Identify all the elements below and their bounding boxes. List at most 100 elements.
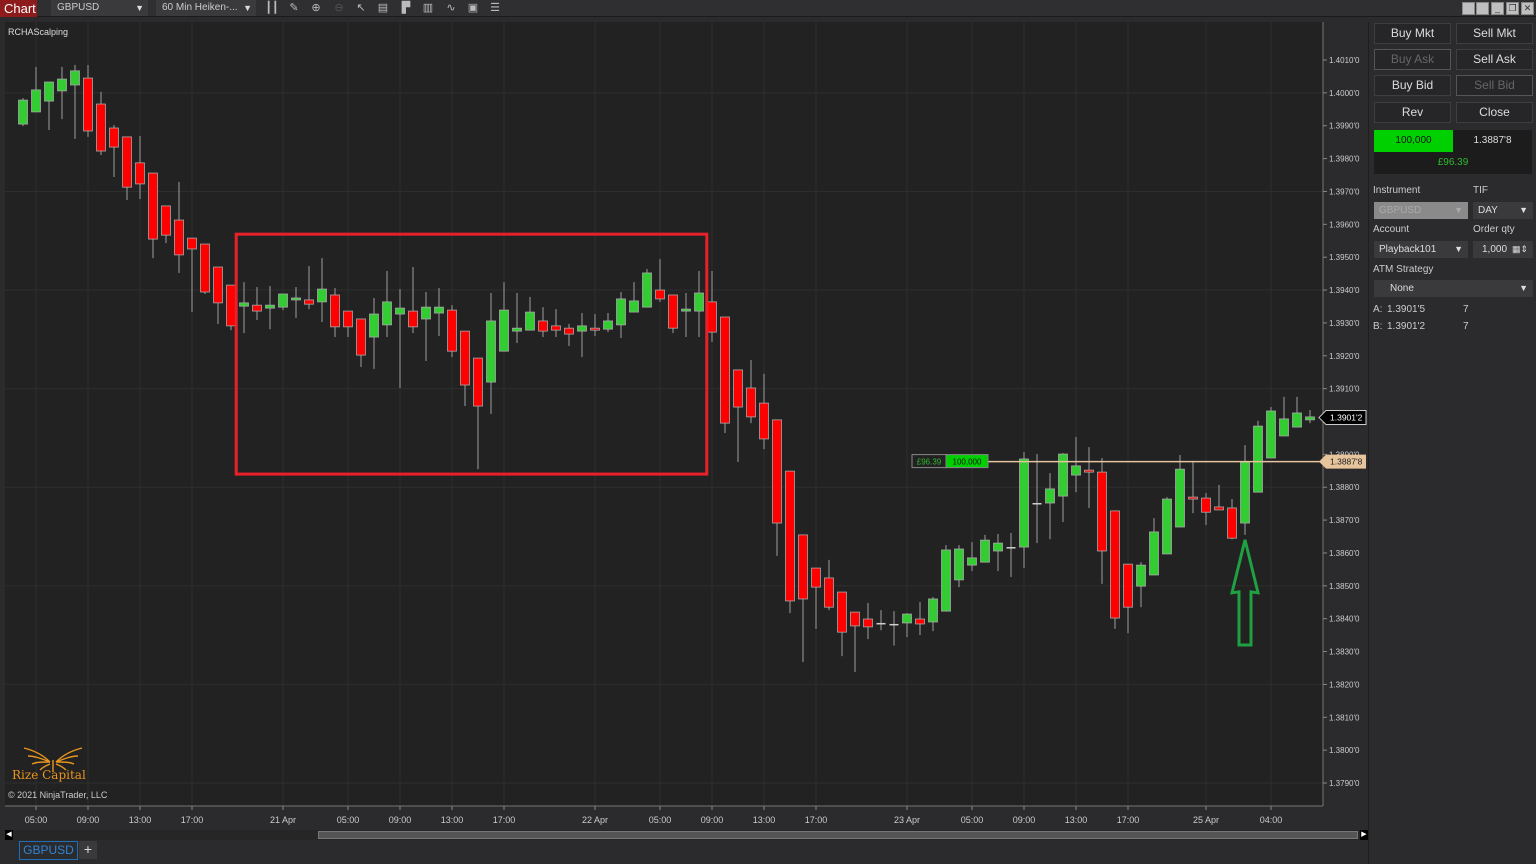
account-select[interactable]: Playback101 ▼ xyxy=(1374,241,1468,258)
account-label: Account xyxy=(1373,224,1410,235)
up-arrow-annotation xyxy=(1230,539,1260,647)
y-tick-label: 1.3810'0 xyxy=(1329,713,1360,722)
candle xyxy=(473,357,483,470)
buy-bid-button[interactable]: Buy Bid xyxy=(1374,75,1451,96)
scroll-left-arrow-icon[interactable]: ◀ xyxy=(5,830,13,840)
instrument-select[interactable]: GBPUSD ▼ xyxy=(1374,202,1468,219)
candle xyxy=(1123,563,1133,634)
position-pnl-label: £96.39 xyxy=(917,458,942,467)
candle xyxy=(1240,445,1250,535)
tif-select[interactable]: DAY ▼ xyxy=(1473,202,1533,219)
atm-strategy-select[interactable]: None ▼ xyxy=(1374,280,1533,297)
interval-selector[interactable]: 60 Min Heiken-... ▼ xyxy=(156,0,256,16)
order-qty-input[interactable]: 1,000 ▦⇕ xyxy=(1473,241,1533,258)
candle-body xyxy=(460,330,470,386)
candle-body xyxy=(291,297,301,301)
menu-list-icon[interactable]: ☰ xyxy=(487,1,503,15)
scroll-right-arrow-icon[interactable]: ▶ xyxy=(1360,830,1368,840)
data-box-icon[interactable]: ▤ xyxy=(375,1,391,15)
candle-body xyxy=(889,623,899,626)
candle xyxy=(1006,532,1016,577)
chevron-down-icon: ▼ xyxy=(135,3,144,13)
minimize-icon[interactable]: _ xyxy=(1491,2,1504,15)
properties-icon[interactable]: ▣ xyxy=(465,1,481,15)
x-tick-label: 05:00 xyxy=(25,815,48,825)
candle-body xyxy=(1084,469,1094,473)
candle xyxy=(538,307,548,338)
horizontal-scrollbar[interactable]: ◀ ▶ xyxy=(5,830,1368,840)
zoom-out-icon[interactable]: ⊖ xyxy=(331,1,347,15)
candle xyxy=(876,610,886,631)
candle xyxy=(434,288,444,337)
candle xyxy=(265,286,275,330)
x-tick-label: 22 Apr xyxy=(582,815,608,825)
candle-body xyxy=(135,162,145,185)
candlestick-chart[interactable]: 05:00 09:00 13:00 17:00 21 Apr 05:00 09:00 13:0… xyxy=(0,22,1368,830)
candle-body xyxy=(174,219,184,256)
y-tick-label: 1.3880'0 xyxy=(1329,483,1360,492)
strategies-icon[interactable]: ∿ xyxy=(443,1,459,15)
candle-body xyxy=(551,325,561,331)
x-tick-label: 05:00 xyxy=(649,815,672,825)
chevron-down-icon: ▼ xyxy=(243,3,252,13)
candle xyxy=(395,289,405,388)
candle xyxy=(785,470,795,614)
candle xyxy=(850,611,860,672)
pointer-icon[interactable]: ↖ xyxy=(353,1,369,15)
reverse-button[interactable]: Rev xyxy=(1374,102,1451,123)
atm-strategy-value: None xyxy=(1390,283,1414,294)
restore-icon[interactable] xyxy=(1476,2,1489,15)
chart-window-tab[interactable]: Chart xyxy=(0,0,37,17)
restore-icon[interactable] xyxy=(1462,2,1475,15)
instrument-value: GBPUSD xyxy=(57,2,100,13)
candle-body xyxy=(356,318,366,356)
instrument-selector[interactable]: GBPUSD ▼ xyxy=(51,0,148,16)
candle xyxy=(1058,453,1068,523)
calculator-spinner-icon[interactable]: ▦⇕ xyxy=(1512,241,1528,258)
indicators-icon[interactable]: ▥ xyxy=(420,1,436,15)
candle-body xyxy=(213,266,223,304)
candle xyxy=(1110,510,1120,629)
zoom-in-icon[interactable]: ⊕ xyxy=(308,1,324,15)
buy-ask-button[interactable]: Buy Ask xyxy=(1374,49,1451,70)
range-box-annotation xyxy=(234,232,709,476)
tab-gbpusd[interactable]: GBPUSD xyxy=(19,841,78,860)
candle xyxy=(863,602,873,640)
candle-body xyxy=(668,294,678,329)
add-tab-button[interactable]: + xyxy=(79,841,97,859)
sell-ask-button[interactable]: Sell Ask xyxy=(1456,49,1533,70)
y-tick-label: 1.3800'0 xyxy=(1329,746,1360,755)
y-tick-label: 1.3970'0 xyxy=(1329,187,1360,196)
candle-body xyxy=(642,272,652,308)
close-position-button[interactable]: Close xyxy=(1456,102,1533,123)
candle xyxy=(707,270,717,342)
close-icon[interactable]: ✕ xyxy=(1521,2,1534,15)
candle-body xyxy=(928,598,938,623)
candle xyxy=(499,282,509,352)
candle-body xyxy=(57,78,67,92)
candle xyxy=(1136,562,1146,608)
candle xyxy=(915,601,925,636)
x-tick-label: 09:00 xyxy=(1013,815,1036,825)
candle xyxy=(759,373,769,450)
candle xyxy=(291,287,301,318)
maximize-icon[interactable]: ❐ xyxy=(1506,2,1519,15)
x-tick-label: 13:00 xyxy=(129,815,152,825)
y-tick-label: 1.3940'0 xyxy=(1329,286,1360,295)
bars-type-icon[interactable]: ┃┃ xyxy=(264,1,280,15)
scrollbar-thumb[interactable] xyxy=(318,831,1358,839)
sell-bid-button[interactable]: Sell Bid xyxy=(1456,75,1533,96)
buy-market-button[interactable]: Buy Mkt xyxy=(1374,23,1451,44)
candle-body xyxy=(863,618,873,628)
candle-body xyxy=(954,548,964,581)
candle-body xyxy=(681,308,691,312)
y-tick-label: 1.3990'0 xyxy=(1329,122,1360,131)
y-tick-label: 1.3960'0 xyxy=(1329,220,1360,229)
chart-trader-icon[interactable]: ▛ xyxy=(398,1,414,15)
y-tick-label: 1.3950'0 xyxy=(1329,253,1360,262)
pencil-draw-icon[interactable]: ✎ xyxy=(286,1,302,15)
candle-body xyxy=(382,301,392,326)
sell-market-button[interactable]: Sell Mkt xyxy=(1456,23,1533,44)
candle xyxy=(629,282,639,313)
candle xyxy=(967,542,977,572)
